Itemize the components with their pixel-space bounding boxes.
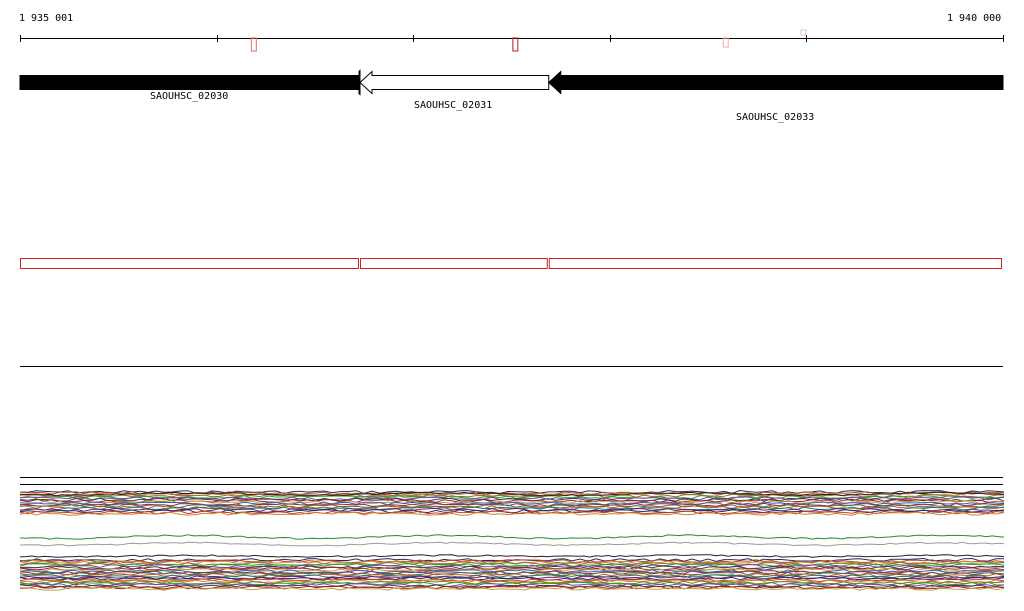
coordinate-ruler xyxy=(20,35,1004,42)
ruler-marks xyxy=(250,29,807,52)
coverage-line xyxy=(19,554,1005,558)
feature-box-track xyxy=(20,258,1002,269)
ruler-mark xyxy=(800,29,807,36)
feature-box xyxy=(20,258,359,269)
ruler-end-label: 1 940 000 xyxy=(947,13,1002,24)
gene-arrow-saouhsc-02033 xyxy=(548,70,1004,95)
gene-label-saouhsc-02030[interactable]: SAOUHSC_02030 xyxy=(150,91,228,103)
gene-label-saouhsc-02033[interactable]: SAOUHSC_02033 xyxy=(736,112,814,124)
feature-box xyxy=(548,258,1002,269)
ruler-mark xyxy=(512,37,519,52)
coverage-line xyxy=(19,534,1005,540)
coverage-track xyxy=(19,489,1005,591)
ruler-start-label: 1 935 001 xyxy=(19,13,74,24)
ruler-mark xyxy=(250,37,257,52)
gene-arrow-saouhsc-02031 xyxy=(359,70,550,95)
gene-label-saouhsc-02031[interactable]: SAOUHSC_02031 xyxy=(414,100,492,112)
track-separators xyxy=(20,366,1003,485)
genome-browser-view: 1 935 001 1 940 000 SAOUHSC_02030 SAOUHS… xyxy=(0,0,1024,611)
coverage-line xyxy=(19,541,1005,547)
feature-box xyxy=(359,258,548,269)
ruler-mark xyxy=(722,37,729,48)
coverage-line xyxy=(19,574,1005,579)
